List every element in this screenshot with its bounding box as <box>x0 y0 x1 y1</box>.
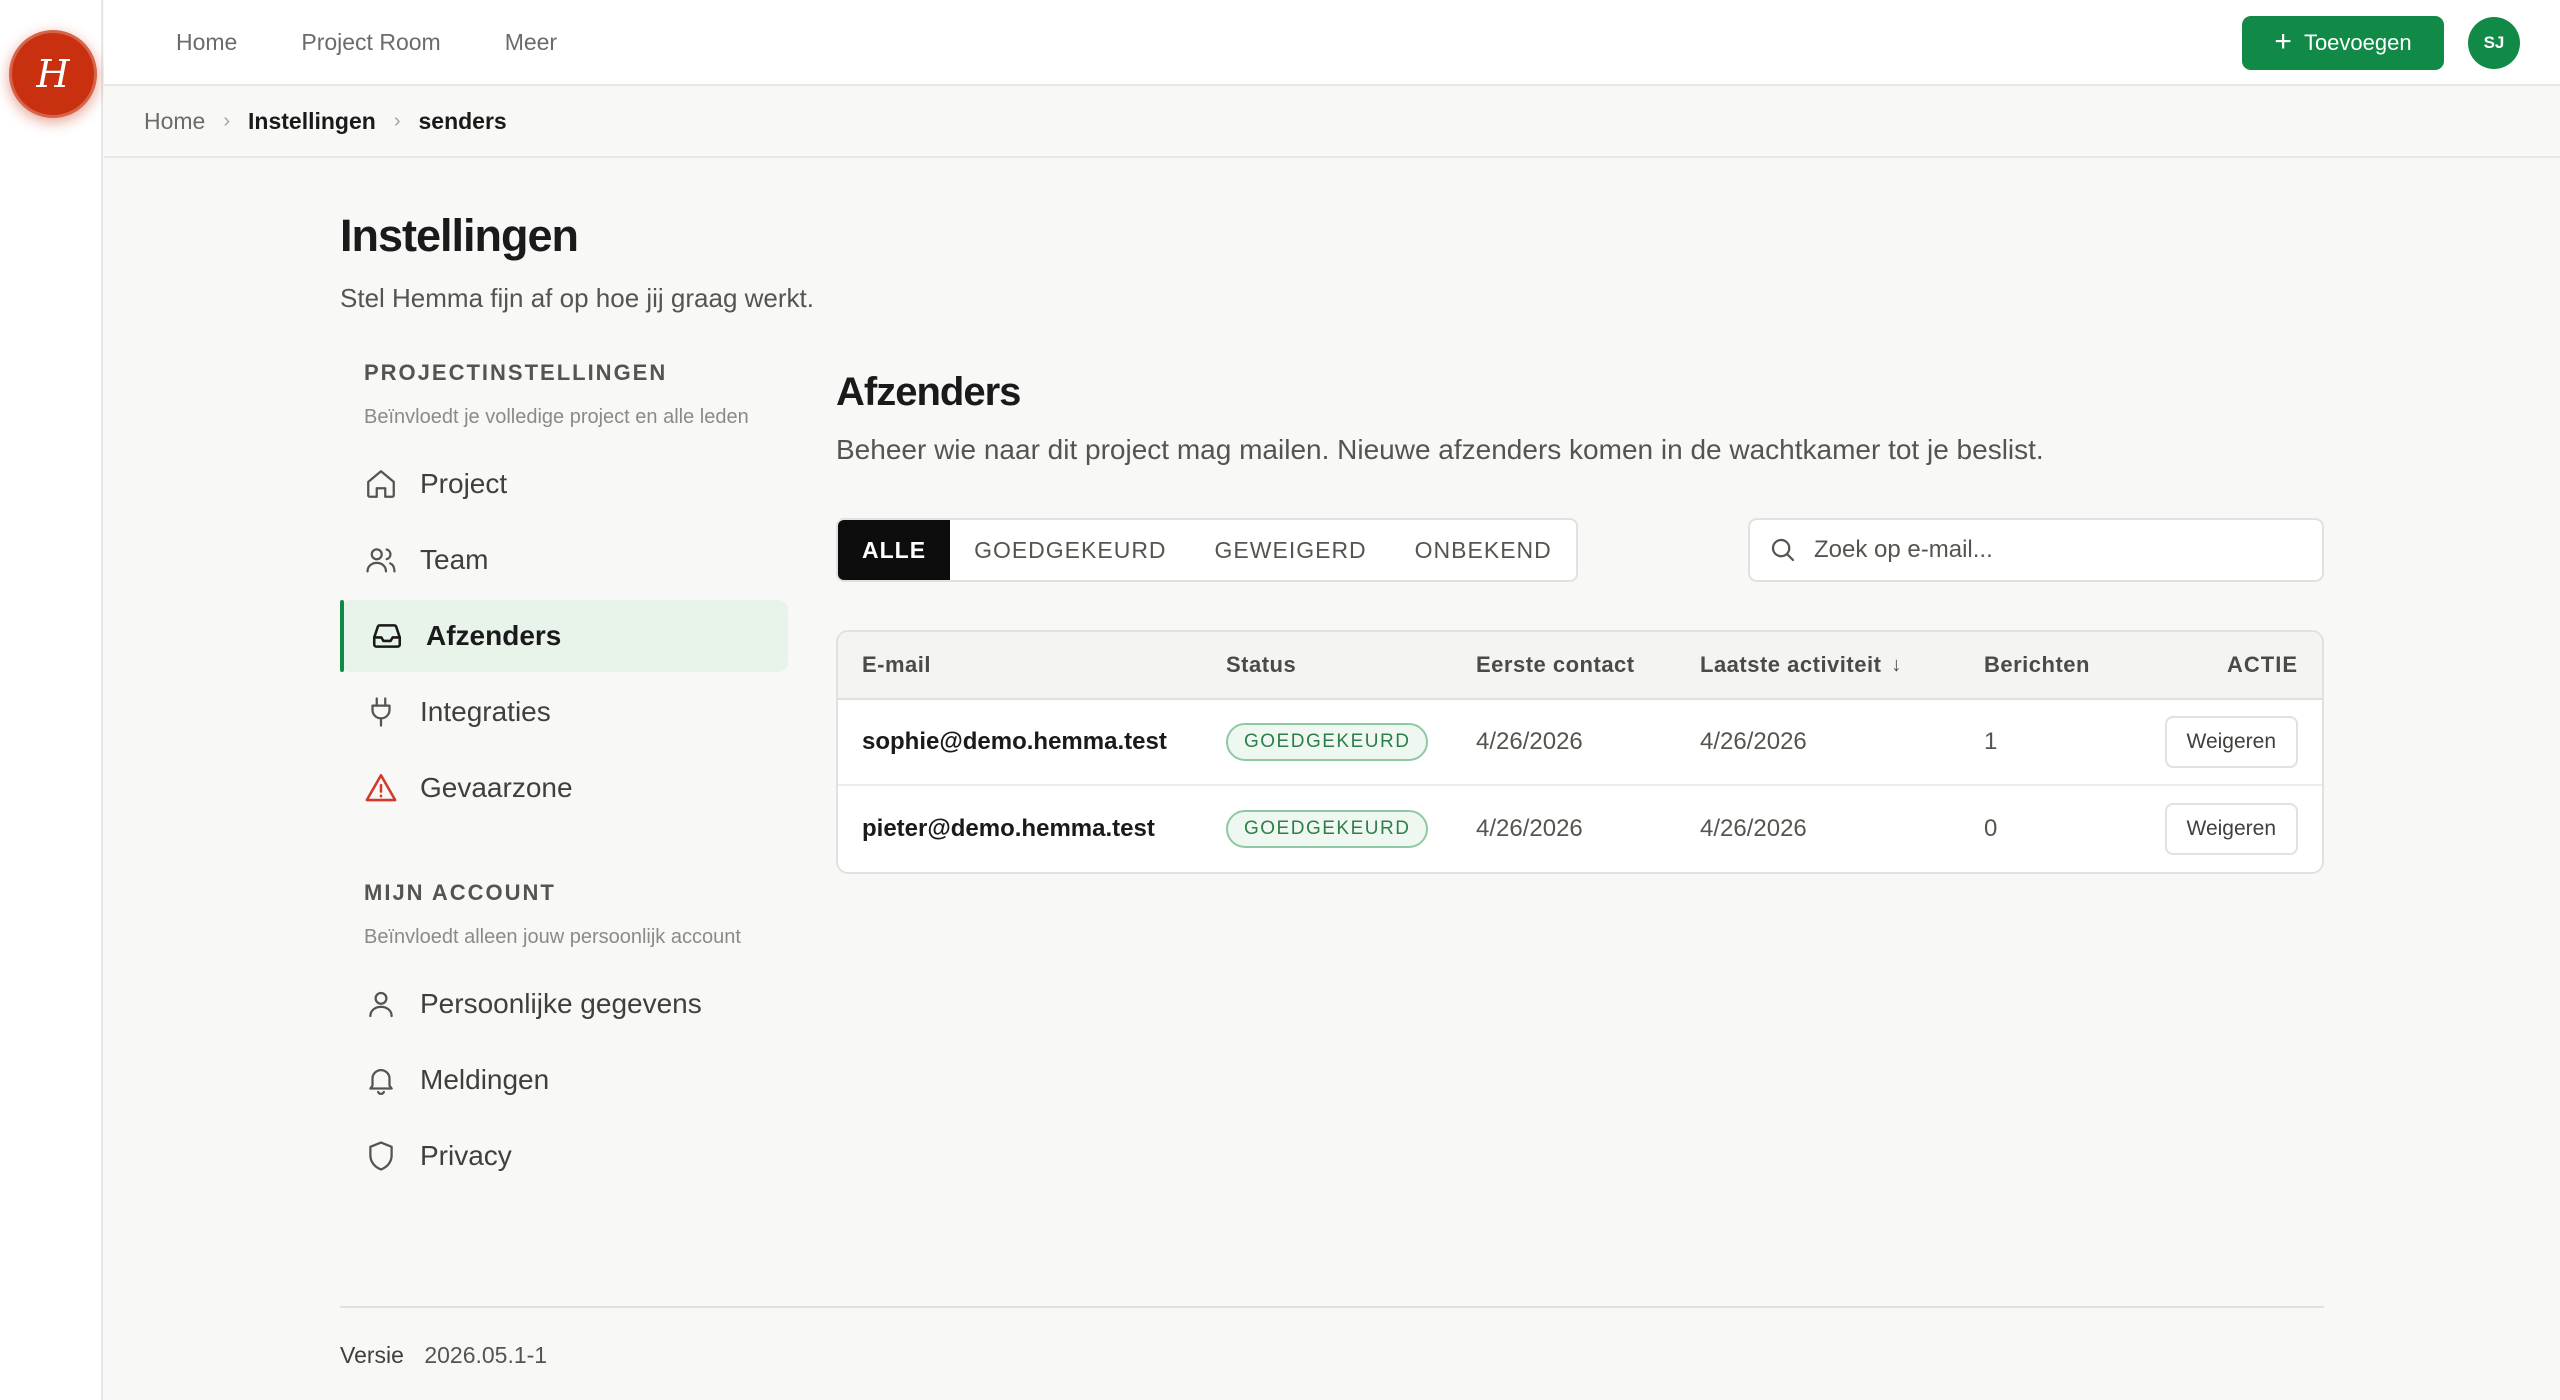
sidebar-item-notifications[interactable]: Meldingen <box>340 1044 788 1116</box>
top-nav-project-room[interactable]: Project Room <box>301 29 440 56</box>
search-box[interactable] <box>1748 518 2324 582</box>
sidebar-item-team[interactable]: Team <box>340 524 788 596</box>
version-value: 2026.05.1-1 <box>424 1342 548 1368</box>
section-title: Afzenders <box>836 370 1021 414</box>
column-header-last-activity[interactable]: Laatste activiteit ↓ <box>1700 632 1902 698</box>
chevron-right-icon: › <box>393 109 401 132</box>
first-contact: 4/26/2026 <box>1476 815 1583 842</box>
version-label: Versie <box>340 1342 404 1368</box>
version-info: Versie 2026.05.1-1 <box>340 1342 547 1369</box>
last-activity: 4/26/2026 <box>1700 728 1807 755</box>
top-nav-more[interactable]: Meer <box>505 29 557 56</box>
column-header-action: ACTIE <box>2227 652 2298 677</box>
sidebar-item-label: Meldingen <box>420 1064 550 1095</box>
column-header-email[interactable]: E-mail <box>862 632 931 698</box>
user-icon <box>369 991 393 1018</box>
first-contact: 4/26/2026 <box>1476 728 1583 755</box>
action-cell: Weigeren <box>2164 786 2298 872</box>
sidebar-item-personal-details[interactable]: Persoonlijke gegevens <box>340 968 788 1040</box>
project-settings-section: PROJECTINSTELLINGEN Beïnvloedt je volled… <box>340 360 788 824</box>
avatar[interactable]: SJ <box>2468 17 2520 69</box>
top-nav: Home Project Room Meer <box>176 0 557 84</box>
senders-table: E-mail Status Eerste contact Laatste act… <box>836 630 2324 874</box>
sidebar-item-label: Project <box>420 468 508 499</box>
table-header: E-mail Status Eerste contact Laatste act… <box>838 632 2322 700</box>
users-icon <box>366 548 396 573</box>
page-title: Instellingen <box>340 210 579 261</box>
sidebar-item-label: Integraties <box>420 696 551 727</box>
reject-button[interactable]: Weigeren <box>2164 716 2298 768</box>
inbox-icon <box>372 624 402 648</box>
home-icon <box>367 470 395 498</box>
tab-unknown[interactable]: ONBEKEND <box>1391 520 1576 580</box>
plug-icon <box>371 697 391 727</box>
tab-approved[interactable]: GOEDGEKEURD <box>950 520 1190 580</box>
sidebar-item-senders[interactable]: Afzenders <box>340 600 788 672</box>
status-badge: GOEDGEKEURD <box>1226 810 1429 848</box>
section-description: Beïnvloedt je volledige project en alle … <box>364 406 749 428</box>
message-count: 0 <box>1984 815 1998 842</box>
add-button[interactable]: + Toevoegen <box>2242 16 2444 70</box>
plus-icon: + <box>2274 24 2292 58</box>
status-cell: GOEDGEKEURD <box>1226 786 1429 872</box>
logo-letter: H <box>36 52 70 96</box>
table-row: pieter@demo.hemma.test GOEDGEKEURD 4/26/… <box>838 786 2322 872</box>
filter-tabs: ALLE GOEDGEKEURD GEWEIGERD ONBEKEND <box>836 518 1578 582</box>
message-count: 1 <box>1984 728 1998 755</box>
search-input[interactable] <box>1814 536 2294 564</box>
sidebar-item-label: Persoonlijke gegevens <box>420 988 702 1019</box>
section-heading: MIJN ACCOUNT <box>364 880 556 905</box>
chevron-right-icon: › <box>223 109 231 132</box>
account-settings-section: MIJN ACCOUNT Beïnvloedt alleen jouw pers… <box>340 880 788 1192</box>
top-bar: Home Project Room Meer + Toevoegen SJ <box>104 0 2560 86</box>
sort-desc-icon: ↓ <box>1891 653 1902 676</box>
column-header-label: Laatste activiteit <box>1700 652 1882 677</box>
footer-divider <box>340 1306 2324 1308</box>
sidebar-item-label: Afzenders <box>426 620 562 651</box>
search-icon <box>1771 538 1795 562</box>
breadcrumb: Home › Instellingen › senders <box>104 86 2560 158</box>
app-logo[interactable]: H <box>9 30 97 118</box>
breadcrumb-current: senders <box>418 107 507 134</box>
sidebar-item-label: Team <box>420 544 489 575</box>
sidebar-item-label: Gevaarzone <box>420 772 573 803</box>
page-subtitle: Stel Hemma fijn af op hoe jij graag werk… <box>340 283 814 313</box>
shield-icon <box>369 1141 393 1171</box>
add-button-label: Toevoegen <box>2303 30 2412 55</box>
sidebar-item-label: Privacy <box>420 1140 512 1171</box>
settings-sidenav: PROJECTINSTELLINGEN Beïnvloedt je volled… <box>340 360 788 1192</box>
reject-button[interactable]: Weigeren <box>2164 803 2298 855</box>
sidebar-item-danger-zone[interactable]: Gevaarzone <box>340 752 788 824</box>
top-nav-home[interactable]: Home <box>176 29 237 56</box>
sender-email: sophie@demo.hemma.test <box>862 728 1167 755</box>
sidebar-item-integrations[interactable]: Integraties <box>340 676 788 748</box>
status-badge: GOEDGEKEURD <box>1226 723 1429 761</box>
section-subtitle: Beheer wie naar dit project mag mailen. … <box>836 434 2044 465</box>
status-cell: GOEDGEKEURD <box>1226 700 1429 784</box>
action-cell: Weigeren <box>2164 700 2298 784</box>
warning-icon <box>365 773 397 802</box>
column-header-first-contact[interactable]: Eerste contact <box>1476 632 1635 698</box>
sender-email: pieter@demo.hemma.test <box>862 815 1155 842</box>
tab-all[interactable]: ALLE <box>838 520 951 580</box>
tab-rejected[interactable]: GEWEIGERD <box>1191 520 1391 580</box>
bell-icon <box>369 1069 393 1095</box>
table-row: sophie@demo.hemma.test GOEDGEKEURD 4/26/… <box>838 700 2322 786</box>
sidebar-item-project[interactable]: Project <box>340 448 788 520</box>
last-activity: 4/26/2026 <box>1700 815 1807 842</box>
section-heading: PROJECTINSTELLINGEN <box>364 360 668 385</box>
breadcrumb-settings[interactable]: Instellingen <box>248 108 376 135</box>
column-header-status[interactable]: Status <box>1226 632 1296 698</box>
section-description: Beïnvloedt alleen jouw persoonlijk accou… <box>364 926 741 948</box>
breadcrumb-home[interactable]: Home <box>144 108 205 135</box>
column-header-messages[interactable]: Berichten <box>1984 632 2090 698</box>
left-rail: H <box>0 0 103 1400</box>
sidebar-item-privacy[interactable]: Privacy <box>340 1120 788 1192</box>
